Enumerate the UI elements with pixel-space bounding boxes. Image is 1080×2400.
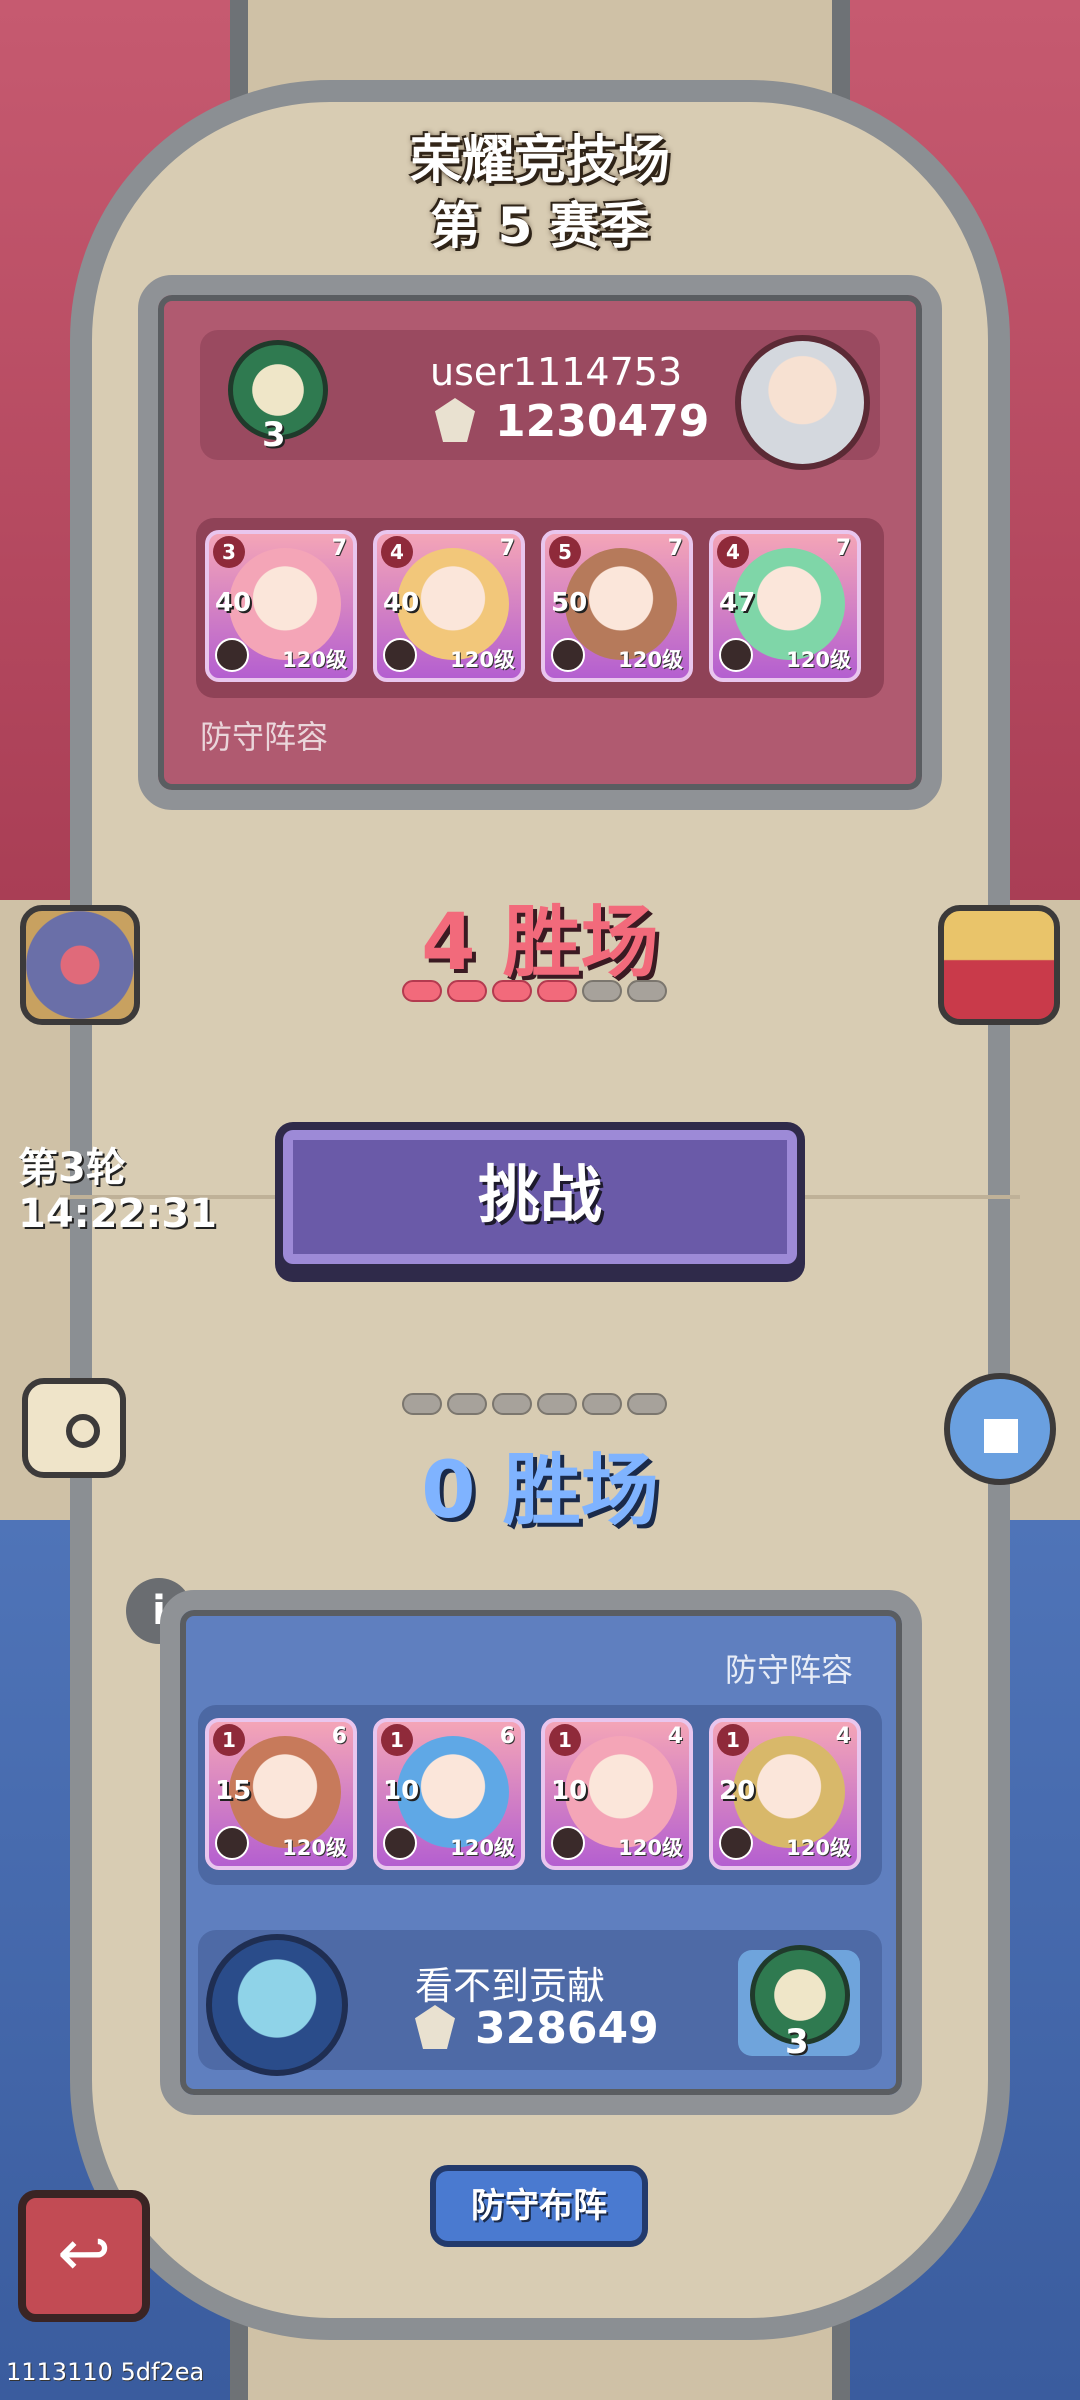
hero-level-number: 15 — [215, 1776, 252, 1806]
hero-card[interactable]: 4 7 40 120级 — [373, 530, 525, 682]
opponent-team-label: 防守阵容 — [200, 718, 329, 756]
round-info: 第3轮 14:22:31 — [18, 1145, 217, 1237]
hero-level-number: 47 — [719, 588, 756, 618]
season-label: 第 5 赛季 — [430, 197, 650, 255]
hero-level: 120级 — [786, 648, 851, 672]
win-dot — [537, 980, 577, 1002]
hero-star-count: 7 — [499, 536, 515, 561]
hero-level: 120级 — [618, 1836, 683, 1860]
hero-card[interactable]: 1 6 10 120级 — [373, 1718, 525, 1870]
podium-icon[interactable] — [944, 1373, 1056, 1485]
hero-star-count: 4 — [667, 1724, 683, 1749]
opponent-token-count: 3 — [262, 415, 286, 455]
hero-level: 120级 — [282, 1836, 347, 1860]
hero-card[interactable]: 1 6 15 120级 — [205, 1718, 357, 1870]
win-dot — [582, 980, 622, 1002]
round-label: 第3轮 — [18, 1145, 126, 1191]
hero-star-count: 4 — [835, 1724, 851, 1749]
hero-rank-badge: 3 — [213, 536, 245, 568]
own-team-label: 防守阵容 — [725, 1651, 854, 1689]
element-icon — [551, 638, 585, 672]
round-timer: 14:22:31 — [18, 1191, 217, 1237]
win-dot — [537, 1393, 577, 1415]
hero-star-count: 6 — [499, 1724, 515, 1749]
win-dot — [627, 980, 667, 1002]
opponent-name: user1114753 — [430, 350, 683, 394]
opponent-wins: 4 胜场 — [421, 898, 659, 988]
hero-rank-badge: 1 — [549, 1724, 581, 1756]
player-name: 看不到贡献 — [415, 1964, 606, 2008]
hero-star-count: 7 — [667, 536, 683, 561]
element-icon — [719, 638, 753, 672]
hero-card[interactable]: 4 7 47 120级 — [709, 530, 861, 682]
back-arrow-icon[interactable]: ↩ — [18, 2190, 150, 2322]
own-wins: 0 胜场 — [421, 1446, 659, 1536]
win-dot — [402, 1393, 442, 1415]
defense-setup-button[interactable]: 防守布阵 — [430, 2165, 648, 2247]
hero-rank-badge: 4 — [717, 536, 749, 568]
challenge-button[interactable]: 挑战 — [275, 1122, 805, 1272]
hero-star-count: 7 — [835, 536, 851, 561]
player-power: 328649 — [475, 2003, 659, 2054]
hero-level-number: 50 — [551, 588, 588, 618]
hero-rank-badge: 1 — [381, 1724, 413, 1756]
hero-star-count: 6 — [331, 1724, 347, 1749]
own-win-dots — [402, 1393, 672, 1419]
build-info: 1113110 5df2ea — [6, 2358, 205, 2386]
hero-card[interactable]: 5 7 50 120级 — [541, 530, 693, 682]
hero-card[interactable]: 3 7 40 120级 — [205, 530, 357, 682]
hero-level: 120级 — [618, 648, 683, 672]
win-dot — [447, 980, 487, 1002]
win-dot — [402, 980, 442, 1002]
element-icon — [215, 1826, 249, 1860]
hero-level-number: 20 — [719, 1776, 756, 1806]
win-dot — [492, 1393, 532, 1415]
hero-rank-badge: 5 — [549, 536, 581, 568]
player-avatar[interactable] — [206, 1934, 348, 2076]
opponent-power: 1230479 — [495, 396, 710, 447]
player-token-count: 3 — [785, 2022, 809, 2062]
hero-rank-badge: 1 — [213, 1724, 245, 1756]
hero-level: 120级 — [282, 648, 347, 672]
element-icon — [383, 1826, 417, 1860]
element-icon — [551, 1826, 585, 1860]
hero-level: 120级 — [450, 1836, 515, 1860]
hero-card[interactable]: 1 4 20 120级 — [709, 1718, 861, 1870]
win-dot — [492, 980, 532, 1002]
hero-star-count: 7 — [331, 536, 347, 561]
hero-level-number: 10 — [383, 1776, 420, 1806]
hero-rank-badge: 1 — [717, 1724, 749, 1756]
element-icon — [719, 1826, 753, 1860]
hero-level-number: 40 — [215, 588, 252, 618]
opponent-win-dots — [402, 980, 672, 1006]
opponent-avatar[interactable] — [735, 335, 870, 470]
hero-card[interactable]: 1 4 10 120级 — [541, 1718, 693, 1870]
hero-level: 120级 — [450, 648, 515, 672]
magnifier-icon[interactable] — [22, 1378, 126, 1478]
win-dot — [447, 1393, 487, 1415]
hero-rank-badge: 4 — [381, 536, 413, 568]
hero-level: 120级 — [786, 1836, 851, 1860]
win-dot — [582, 1393, 622, 1415]
hero-level-number: 40 — [383, 588, 420, 618]
arena-title: 荣耀竞技场 — [409, 131, 670, 191]
hero-level-number: 10 — [551, 1776, 588, 1806]
element-icon — [215, 638, 249, 672]
element-icon — [383, 638, 417, 672]
win-dot — [627, 1393, 667, 1415]
